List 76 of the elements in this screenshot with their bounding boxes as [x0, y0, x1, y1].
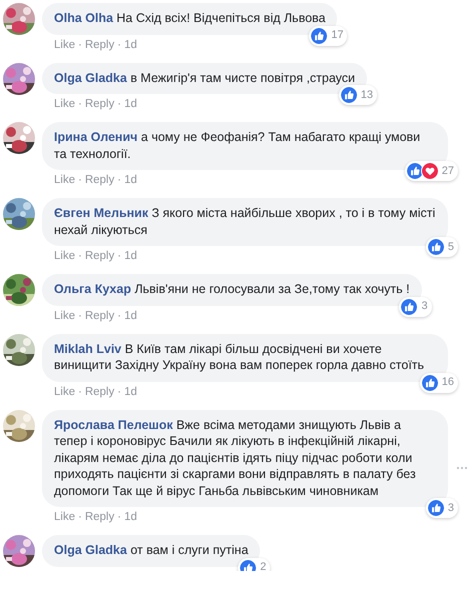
separator-dot: · — [78, 174, 82, 186]
separator-dot: · — [78, 386, 82, 398]
separator-dot: · — [117, 98, 122, 110]
action-link[interactable]: Like — [54, 174, 76, 186]
thumbs-up-icon — [340, 86, 358, 104]
thumbs-up-icon — [426, 499, 445, 517]
action-link[interactable]: Reply — [84, 174, 114, 186]
timestamp: 1d — [124, 511, 137, 523]
action-link[interactable]: Like — [54, 386, 76, 398]
comment-text: Ольга Кухар Львів'яни не голосували за Зе,тому так хочуть ! — [54, 281, 410, 298]
separator-dot: · — [78, 310, 82, 322]
reaction-badge[interactable]: 16 — [420, 372, 458, 392]
separator-dot: · — [78, 250, 82, 262]
reaction-count: 17 — [331, 28, 344, 44]
separator-dot: · — [78, 98, 82, 110]
separator-dot: · — [117, 250, 122, 262]
commenter-name[interactable]: Olga Gladka — [54, 543, 127, 557]
reaction-badge[interactable]: 13 — [338, 85, 378, 105]
comment-text: Ярослава Пелешок Вже всіма методами знищують Львів а тепер і короновірус Бачили як лікують в інфекційній лікарні, лікарям немає діла до пацієнтів ідять піцу підчас роботи коли приходять пацієнти зі скаргами вони відправлять в палату без допомоги Так ще й вірус Ганьба львівським чиновникам — [54, 416, 417, 499]
separator-dot: · — [117, 174, 122, 186]
comment-text: Olha Olha На Схід всіх! Відчепіться від Львова — [54, 10, 326, 26]
timestamp: 1d — [124, 386, 137, 398]
timestamp: 1d — [124, 98, 137, 110]
timestamp: 1d — [124, 38, 137, 50]
reaction-count: 3 — [448, 500, 454, 516]
commenter-name[interactable]: Ірина Оленич — [54, 130, 138, 144]
comment-text: Євген Мельник З якого міста найбільше хворих , то і в тому місті нехай лікуються — [54, 205, 436, 238]
separator-dot: · — [117, 386, 122, 398]
thumbs-up-icon — [406, 162, 424, 180]
action-link[interactable]: Like — [54, 310, 76, 322]
commenter-name[interactable]: Ольга Кухар — [54, 282, 132, 296]
separator-dot: · — [117, 310, 122, 322]
commenter-name[interactable]: Ярослава Пелешок — [54, 418, 173, 432]
timestamp: 1d — [124, 250, 137, 262]
reaction-count: 13 — [360, 88, 374, 103]
reaction-badge[interactable]: 27 — [404, 161, 458, 181]
separator-dot: · — [117, 38, 122, 50]
comment-text: Olga Gladka от вам і слуги путіна — [54, 542, 248, 558]
action-link[interactable]: Reply — [84, 386, 114, 398]
comment-text: Ірина Оленич а чому не Феофанія? Там набагато кращі умови та технології. — [54, 129, 422, 162]
commenter-name[interactable]: Miklah Lviv — [54, 342, 122, 356]
thumbs-up-icon — [420, 374, 439, 392]
separator-dot: · — [117, 511, 122, 523]
reaction-badge[interactable]: 2 — [238, 558, 270, 570]
action-link[interactable]: Like — [54, 38, 76, 50]
action-link[interactable]: Reply — [84, 98, 114, 110]
timestamp: 1d — [124, 310, 137, 322]
action-link[interactable]: Like — [54, 98, 76, 110]
thumbs-up-icon — [400, 298, 418, 316]
action-link[interactable]: Reply — [84, 38, 114, 50]
thumbs-up-icon — [426, 238, 445, 256]
reaction-badge[interactable]: 3 — [399, 296, 432, 316]
comment-text: Miklah Lviv В Київ там лікарі більш досвідчені ви хочете винищити Західну Україну вона вам поперек горла давно стоїть — [54, 340, 426, 374]
action-link[interactable]: Reply — [84, 511, 114, 523]
commenter-name[interactable]: Olha Olha — [54, 11, 114, 25]
heart-icon — [420, 162, 439, 180]
reaction-badge[interactable]: 17 — [309, 26, 348, 46]
action-link[interactable]: Like — [54, 511, 76, 523]
comment-text: Olga Gladka в Межигір'я там чисте повітря ,страуси — [54, 70, 356, 86]
commenter-name[interactable]: Olga Gladka — [54, 70, 127, 84]
action-link[interactable]: Reply — [84, 310, 114, 322]
commenter-name[interactable]: Євген Мельник — [54, 206, 148, 220]
thumbs-up-icon — [310, 26, 328, 44]
reaction-count: 2 — [260, 560, 266, 570]
reaction-count: 27 — [442, 164, 454, 179]
reaction-count: 5 — [448, 240, 454, 255]
separator-dot: · — [78, 511, 82, 523]
reaction-count: 16 — [442, 375, 454, 390]
separator-dot: · — [78, 38, 82, 50]
more-options-icon[interactable] — [456, 466, 468, 470]
reaction-badge[interactable]: 3 — [426, 498, 458, 518]
reaction-count: 3 — [421, 299, 428, 314]
action-link[interactable]: Like — [54, 250, 76, 262]
timestamp: 1d — [124, 174, 137, 186]
reaction-badge[interactable]: 5 — [426, 237, 458, 257]
action-link[interactable]: Reply — [84, 250, 114, 262]
